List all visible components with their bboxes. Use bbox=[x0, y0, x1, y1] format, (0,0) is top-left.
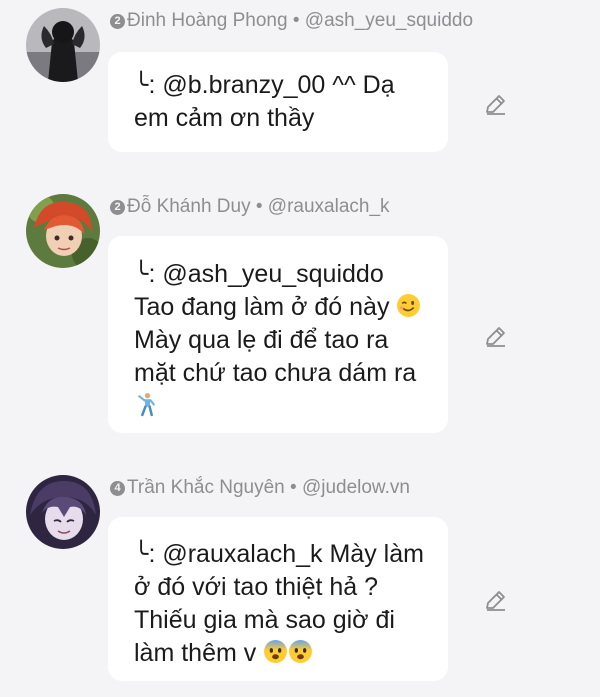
meta-separator: • bbox=[290, 477, 297, 498]
reply-icon: ╰ bbox=[134, 541, 149, 568]
comment-text: ╰: @b.branzy_00 ^^ Dạ em cảm ơn thầy bbox=[134, 69, 430, 135]
dark-figure-avatar-icon bbox=[26, 8, 100, 82]
author-handle[interactable]: @ash_yeu_squiddo bbox=[305, 10, 473, 31]
pencil-icon bbox=[486, 95, 505, 115]
comment-bubble: ╰: @rauxalach_k Mày làm ở đó với tao thi… bbox=[108, 517, 448, 681]
purple-anime-avatar-icon bbox=[26, 475, 100, 549]
comment-body-part-1: : @ash_yeu_squiddo Tao đang làm ở đó này bbox=[134, 260, 390, 321]
comment-bubble: ╰: @b.branzy_00 ^^ Dạ em cảm ơn thầy bbox=[108, 52, 448, 152]
fearful-face-icon bbox=[289, 640, 313, 663]
reply-icon: ╰ bbox=[134, 72, 149, 99]
author-name[interactable]: Trần Khắc Nguyên bbox=[127, 477, 285, 498]
comment-bubble: ╰: @ash_yeu_squiddo Tao đang làm ở đó nà… bbox=[108, 236, 448, 433]
comment-body-part-2: Mày qua lẹ đi để tao ra mặt chứ tao chưa… bbox=[134, 326, 417, 387]
edit-button[interactable] bbox=[482, 90, 510, 118]
reply-icon: ╰ bbox=[134, 261, 149, 288]
author-name[interactable]: Đinh Hoàng Phong bbox=[127, 10, 288, 31]
comment-text: ╰: @ash_yeu_squiddo Tao đang làm ở đó nà… bbox=[134, 258, 430, 423]
meta-separator: • bbox=[255, 196, 263, 217]
comment-body: : @b.branzy_00 ^^ Dạ em cảm ơn thầy bbox=[134, 71, 395, 132]
avatar[interactable] bbox=[26, 475, 100, 549]
level-badge: 2 bbox=[110, 14, 125, 29]
avatar[interactable] bbox=[26, 194, 100, 268]
author-handle[interactable]: @judelow.vn bbox=[302, 477, 410, 498]
winking-face-icon bbox=[397, 294, 421, 317]
comment-text: ╰: @rauxalach_k Mày làm ở đó với tao thi… bbox=[134, 538, 430, 670]
level-badge: 2 bbox=[110, 200, 125, 215]
fearful-face-icon bbox=[264, 640, 288, 663]
comment-meta: 2 Đỗ Khánh Duy • @rauxalach_k bbox=[110, 196, 390, 218]
pencil-icon bbox=[486, 591, 505, 611]
dancing-man-icon bbox=[138, 393, 155, 417]
level-badge: 4 bbox=[110, 481, 125, 496]
red-hair-anime-avatar-icon bbox=[26, 194, 100, 268]
edit-button[interactable] bbox=[482, 586, 510, 614]
comment-meta: 4 Trần Khắc Nguyên • @judelow.vn bbox=[110, 477, 410, 499]
author-name[interactable]: Đỗ Khánh Duy bbox=[127, 196, 251, 217]
meta-separator: • bbox=[292, 10, 300, 31]
pencil-icon bbox=[486, 327, 505, 347]
comment-meta: 2 Đinh Hoàng Phong • @ash_yeu_squiddo bbox=[110, 10, 473, 32]
avatar[interactable] bbox=[26, 8, 100, 82]
author-handle[interactable]: @rauxalach_k bbox=[268, 196, 390, 217]
edit-button[interactable] bbox=[482, 322, 510, 350]
